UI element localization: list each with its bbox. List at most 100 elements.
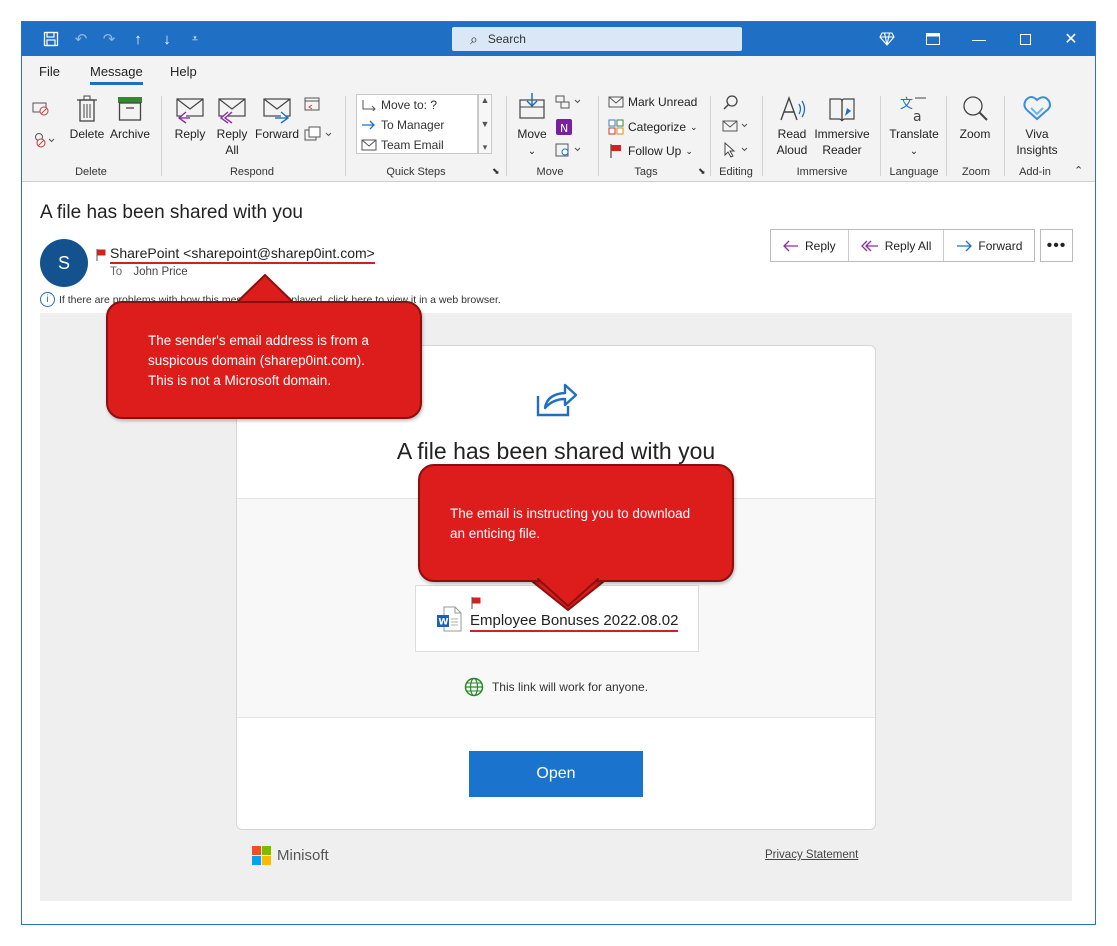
immersive-reader-label-2: Reader: [822, 143, 862, 157]
tab-file[interactable]: File: [39, 64, 60, 79]
premium-diamond-icon[interactable]: [872, 26, 902, 52]
quick-step-label: Move to: ?: [381, 98, 438, 112]
quick-step-to-manager[interactable]: To Manager: [357, 115, 477, 135]
avatar: S: [40, 239, 88, 287]
tab-message[interactable]: Message: [90, 64, 143, 85]
card-title: A file has been shared with you: [396, 438, 716, 464]
chevron-down-icon: ⌄: [685, 145, 693, 156]
close-icon[interactable]: ✕: [1056, 26, 1086, 52]
quick-step-team-email[interactable]: Team Email: [357, 135, 477, 155]
svg-text:W: W: [439, 618, 449, 628]
scroll-down-icon[interactable]: ▼: [481, 119, 490, 129]
title-bar: ↶ ↷ ↑ ↓ ⩡ ⌕ Search — ✕: [22, 22, 1095, 56]
reply-action-button[interactable]: Reply: [771, 230, 849, 261]
reply-all-button[interactable]: Reply All: [212, 94, 252, 158]
recipient-name[interactable]: John Price: [133, 266, 187, 278]
flag-icon: [96, 249, 106, 261]
customize-toolbar-icon[interactable]: ⩡: [184, 28, 206, 50]
delete-button[interactable]: Delete: [68, 94, 106, 142]
follow-up-button[interactable]: Follow Up ⌄: [608, 143, 693, 159]
group-separator: [762, 96, 763, 176]
group-label-quick-steps: Quick Steps: [386, 166, 446, 178]
reply-all-action-button[interactable]: Reply All: [849, 230, 945, 261]
quick-steps-list[interactable]: Move to: ? To Manager Team Email: [356, 94, 478, 154]
group-label-immersive: Immersive: [796, 166, 848, 178]
info-icon: i: [40, 292, 55, 307]
scroll-up-icon[interactable]: ▲: [481, 95, 490, 105]
message-subject: A file has been shared with you: [40, 202, 304, 223]
mark-unread-label: Mark Unread: [628, 95, 698, 109]
group-label-editing: Editing: [719, 166, 753, 178]
chevron-down-icon: ⌄: [527, 146, 537, 157]
link-note-text: This link will work for anyone.: [491, 680, 649, 694]
mark-unread-button[interactable]: Mark Unread: [608, 95, 697, 109]
redo-icon[interactable]: ↷: [98, 28, 120, 50]
read-aloud-label-1: Read: [777, 127, 807, 141]
group-separator: [598, 96, 599, 176]
open-button[interactable]: Open: [469, 751, 643, 797]
search-box[interactable]: ⌕ Search: [452, 27, 742, 51]
undo-icon[interactable]: ↶: [70, 28, 92, 50]
group-separator: [506, 96, 507, 176]
group-separator: [946, 96, 947, 176]
search-icon: ⌕: [470, 30, 478, 47]
ignore-icon[interactable]: [32, 100, 50, 116]
recipient-line: To John Price: [110, 266, 188, 278]
callout-line: The sender's email address is from a: [148, 333, 369, 348]
quick-steps-scrollbar[interactable]: ▲ ▼ ▾: [478, 94, 492, 154]
viva-insights-button[interactable]: Viva Insights: [1012, 94, 1062, 158]
select-icon[interactable]: [722, 142, 752, 158]
immersive-reader-button[interactable]: Immersive Reader: [813, 94, 871, 158]
archive-button[interactable]: Archive: [108, 94, 152, 142]
sender-address[interactable]: SharePoint <sharepoint@sharep0int.com>: [110, 245, 375, 264]
forward-button[interactable]: Forward: [253, 94, 301, 142]
forward-action-button[interactable]: Forward: [944, 230, 1034, 261]
reply-all-label-2: All: [225, 143, 239, 157]
arrow-down-icon[interactable]: ↓: [156, 28, 178, 50]
group-label-delete: Delete: [75, 166, 107, 178]
quick-step-label: Team Email: [381, 138, 444, 152]
message-actions: Reply Reply All Forward: [770, 229, 1036, 262]
expand-icon[interactable]: ▾: [483, 142, 488, 153]
zoom-label: Zoom: [959, 127, 991, 141]
junk-icon[interactable]: [32, 132, 56, 148]
zoom-button[interactable]: Zoom: [953, 94, 997, 142]
meeting-reply-icon[interactable]: [304, 96, 322, 112]
reply-all-action-label: Reply All: [884, 238, 932, 253]
reply-button[interactable]: Reply: [170, 94, 210, 142]
collapse-ribbon-icon[interactable]: ⌃: [1074, 164, 1083, 177]
search-placeholder: Search: [487, 32, 526, 46]
translate-label: Translate: [889, 127, 939, 141]
find-icon[interactable]: [722, 94, 740, 112]
categorize-button[interactable]: Categorize ⌄: [608, 119, 698, 135]
more-options-button[interactable]: •••: [1040, 229, 1073, 262]
actions-icon[interactable]: [555, 142, 585, 158]
group-separator: [710, 96, 711, 176]
privacy-statement-link[interactable]: Privacy Statement: [765, 849, 858, 861]
quick-step-label: To Manager: [381, 118, 445, 132]
tab-help[interactable]: Help: [170, 64, 197, 79]
reply-all-label-1: Reply: [216, 127, 248, 141]
forward-arrow-icon: [957, 240, 973, 251]
avatar-initial: S: [57, 252, 70, 273]
callout-pointer: [537, 578, 599, 608]
group-label-move: Move: [536, 166, 564, 178]
delete-label: Delete: [69, 127, 105, 141]
restore-layout-icon[interactable]: [918, 26, 948, 52]
read-aloud-button[interactable]: Read Aloud: [772, 94, 812, 158]
minimize-icon[interactable]: —: [964, 26, 994, 52]
save-icon[interactable]: [40, 28, 62, 50]
onenote-icon[interactable]: N: [555, 118, 573, 136]
maximize-icon[interactable]: [1010, 26, 1040, 52]
brand-logo: Minisoft: [252, 846, 329, 865]
related-icon[interactable]: [722, 118, 752, 134]
quick-step-move-to[interactable]: Move to: ?: [357, 95, 477, 115]
quick-steps-launcher-icon[interactable]: ⬊: [492, 166, 500, 177]
tags-launcher-icon[interactable]: ⬊: [698, 166, 706, 177]
more-respond-icon[interactable]: [304, 126, 334, 142]
arrow-up-icon[interactable]: ↑: [127, 28, 149, 50]
viva-label-1: Viva: [1025, 127, 1049, 141]
move-button[interactable]: Move ⌄: [514, 92, 550, 160]
rules-icon[interactable]: [555, 94, 585, 110]
translate-button[interactable]: 文a Translate ⌄: [886, 94, 942, 160]
